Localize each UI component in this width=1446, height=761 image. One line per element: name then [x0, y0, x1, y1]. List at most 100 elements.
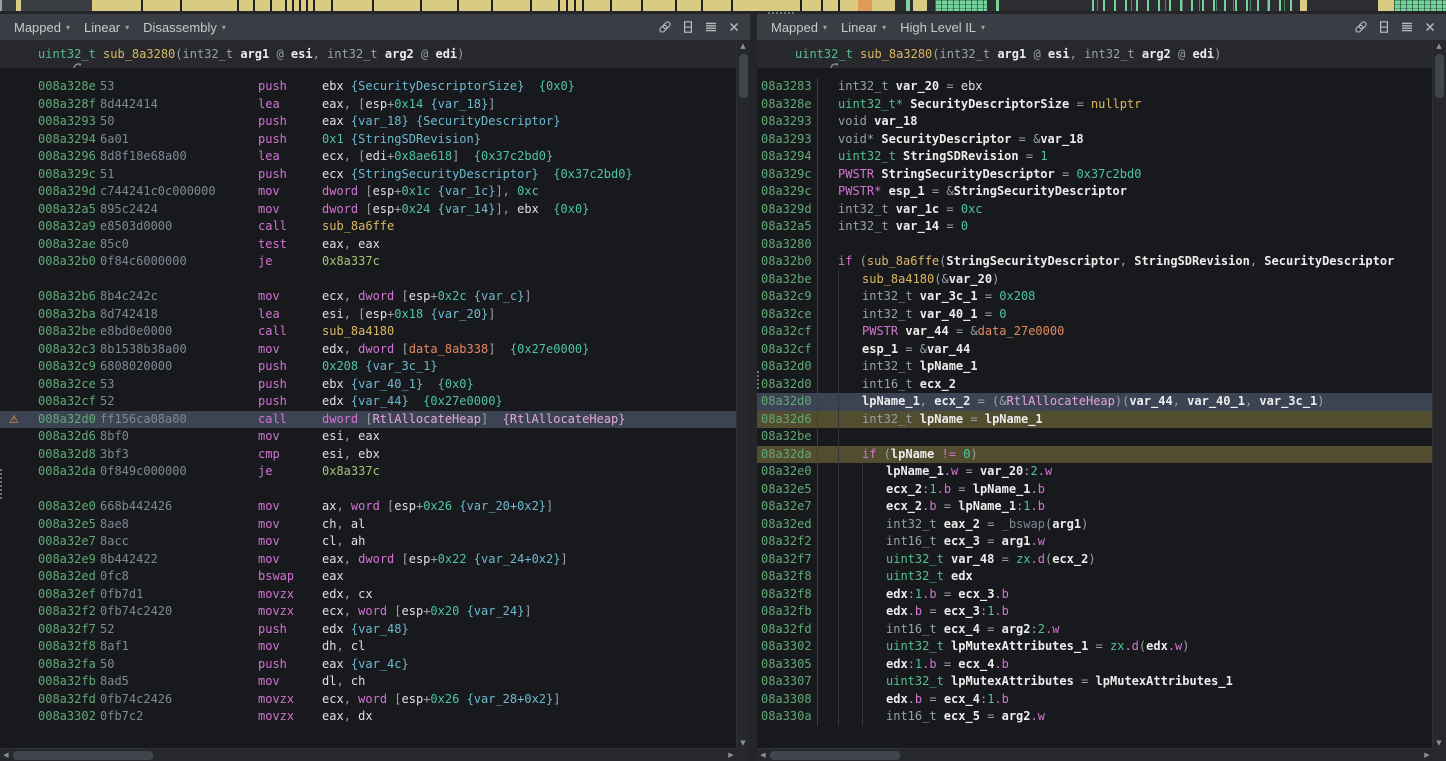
- code-token[interactable]: ]: [524, 289, 531, 303]
- instruction-bytes[interactable]: 8b4c242c: [100, 288, 258, 306]
- code-token[interactable]: =: [980, 709, 1002, 723]
- code-token[interactable]: 0x18: [394, 307, 423, 321]
- code-token[interactable]: ,: [344, 552, 358, 566]
- code-token[interactable]: =: [994, 552, 1016, 566]
- mnemonic[interactable]: lea: [258, 148, 322, 166]
- code-token[interactable]: dx: [358, 709, 372, 723]
- address[interactable]: 08a32fb: [757, 603, 817, 621]
- code-token[interactable]: uint32_t: [886, 639, 951, 653]
- code-token[interactable]: int16_t: [862, 377, 920, 391]
- asm-line[interactable]: 008a32ed0fc8bswapeax: [0, 568, 737, 586]
- code-token[interactable]: sub_8a6ffe: [322, 219, 394, 233]
- asm-line[interactable]: 008a32946a01push0x1 {StringSDRevision}: [0, 131, 737, 149]
- code-token[interactable]: 0x26: [423, 499, 452, 513]
- code-token[interactable]: +: [394, 202, 401, 216]
- address[interactable]: 08a32d0: [757, 393, 817, 411]
- code-token[interactable]: {var_4c}: [351, 657, 409, 671]
- code-token[interactable]: edx: [322, 342, 344, 356]
- code-token[interactable]: ],: [495, 184, 517, 198]
- hlil-line[interactable]: 08a3293void var_18: [757, 113, 1433, 131]
- instruction-bytes[interactable]: 0f849c000000: [100, 463, 258, 481]
- address[interactable]: 08a32a5: [757, 218, 817, 236]
- code-token[interactable]: var_44: [1129, 394, 1172, 408]
- code-token[interactable]: int32_t: [862, 307, 920, 321]
- code-token[interactable]: 0x1: [322, 132, 344, 146]
- code-token[interactable]: SecurityDescriptor: [881, 132, 1011, 146]
- instruction-bytes[interactable]: 8b442422: [100, 551, 258, 569]
- code-token[interactable]: .w: [1168, 639, 1182, 653]
- code-token[interactable]: [: [387, 692, 401, 706]
- address[interactable]: 08a3305: [757, 656, 817, 674]
- code-token[interactable]: var_48: [951, 552, 994, 566]
- address[interactable]: 008a32d6: [38, 428, 100, 446]
- code-token[interactable]: lpName_1: [973, 482, 1031, 496]
- code-token[interactable]: esp: [365, 307, 387, 321]
- code-token[interactable]: .w: [1045, 622, 1059, 636]
- code-token[interactable]: [344, 394, 351, 408]
- address[interactable]: 08a329c: [757, 183, 817, 201]
- code-token[interactable]: {0x0}: [553, 202, 589, 216]
- address[interactable]: 008a32e5: [38, 516, 100, 534]
- code-token[interactable]: ecx_5: [944, 709, 980, 723]
- mnemonic[interactable]: mov: [258, 533, 322, 551]
- code-token[interactable]: ax: [322, 499, 336, 513]
- code-token[interactable]: arg2: [1002, 709, 1031, 723]
- code-token[interactable]: ,: [1120, 254, 1134, 268]
- code-token[interactable]: uint32_t: [838, 149, 903, 163]
- code-token[interactable]: 1: [929, 482, 936, 496]
- il-level-dropdown[interactable]: Disassembly ▾: [143, 20, 226, 35]
- address[interactable]: 08a32f8: [757, 586, 817, 604]
- code-token[interactable]: ebx: [322, 79, 344, 93]
- code-token[interactable]: =: [937, 499, 959, 513]
- code-token[interactable]: =: [939, 202, 961, 216]
- code-token[interactable]: !=: [942, 447, 956, 461]
- hlil-line[interactable]: 08a32e5ecx_2:1.b = lpName_1.b: [757, 481, 1433, 499]
- hlil-line[interactable]: 08a32f8edx:1.b = ecx_3.b: [757, 586, 1433, 604]
- code-token[interactable]: ,: [336, 674, 350, 688]
- code-token[interactable]: {var_40_1}: [351, 377, 423, 391]
- code-token[interactable]: RtlAllocateHeap: [1007, 394, 1115, 408]
- code-token[interactable]: .b: [922, 587, 936, 601]
- code-token[interactable]: dl: [322, 674, 336, 688]
- code-token[interactable]: ]: [560, 552, 567, 566]
- hlil-line[interactable]: 08a32e7ecx_2.b = lpName_1:1.b: [757, 498, 1433, 516]
- instruction-bytes[interactable]: ff156ca08a00: [100, 411, 258, 429]
- signature-token[interactable]: ): [457, 47, 464, 61]
- code-token[interactable]: {0x37c2bd0}: [474, 149, 553, 163]
- code-token[interactable]: [344, 167, 351, 181]
- code-token[interactable]: esp: [402, 692, 424, 706]
- address[interactable]: 08a3280: [757, 236, 817, 254]
- address[interactable]: 08a3302: [757, 638, 817, 656]
- code-token[interactable]: edx: [322, 622, 344, 636]
- address[interactable]: 008a32b0: [38, 253, 100, 271]
- asm-line[interactable]: 008a32f752pushedx {var_48}: [0, 621, 737, 639]
- address[interactable]: 08a330a: [757, 708, 817, 726]
- mnemonic[interactable]: push: [258, 393, 322, 411]
- code-token[interactable]: var_3c_1: [1259, 394, 1317, 408]
- code-token[interactable]: ]: [488, 97, 495, 111]
- address[interactable]: 008a32e0: [38, 498, 100, 516]
- code-token[interactable]: cx: [358, 587, 372, 601]
- signature-token[interactable]: edi: [1192, 47, 1214, 61]
- code-token[interactable]: word: [351, 499, 380, 513]
- code-token[interactable]: =: [963, 412, 985, 426]
- hlil-line[interactable]: 08a32d6int32_t lpName = lpName_1: [757, 411, 1433, 429]
- horizontal-scrollbar-thumb[interactable]: [13, 751, 153, 760]
- instruction-bytes[interactable]: 50: [100, 113, 258, 131]
- address[interactable]: 008a32f8: [38, 638, 100, 656]
- code-token[interactable]: .w: [1031, 534, 1045, 548]
- signature-token[interactable]: [96, 47, 103, 61]
- code-token[interactable]: dword: [322, 202, 358, 216]
- scroll-down-button[interactable]: ▼: [1433, 737, 1445, 749]
- code-token[interactable]: {StringSDRevision}: [351, 132, 481, 146]
- address[interactable]: 008a329d: [38, 183, 100, 201]
- code-token[interactable]: ecx: [322, 167, 344, 181]
- code-token[interactable]: int32_t: [838, 79, 896, 93]
- code-token[interactable]: RtlAllocateHeap: [373, 412, 481, 426]
- code-token[interactable]: edx: [886, 692, 908, 706]
- code-token[interactable]: ecx_3: [944, 534, 980, 548]
- hlil-line[interactable]: 08a32f2int16_t ecx_3 = arg1.w: [757, 533, 1433, 551]
- instruction-bytes[interactable]: 53: [100, 78, 258, 96]
- asm-line[interactable]: 008a32b00f84c6000000je0x8a337c: [0, 253, 737, 271]
- code-token[interactable]: eax: [322, 709, 344, 723]
